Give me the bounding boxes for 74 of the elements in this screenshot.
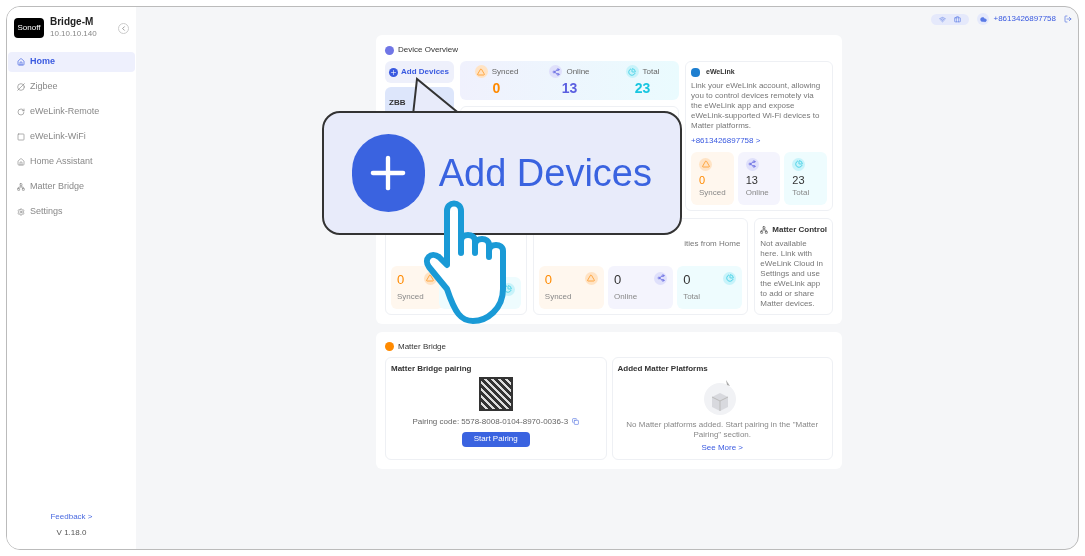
- triangle-icon: [584, 271, 598, 285]
- stat-label: Total: [683, 290, 701, 303]
- card-title: Added Matter Platforms: [617, 362, 709, 375]
- zigbee-card-label: ZBB: [389, 98, 406, 107]
- nav-item[interactable]: Zigbee: [8, 77, 135, 97]
- copy-icon[interactable]: [572, 418, 580, 425]
- triangle-icon: [699, 157, 712, 171]
- brand-logo: Sonoff: [14, 18, 44, 38]
- card-description: Not available here. Link with eWeLink Cloud in Settings and use the eWeLink app to add or share Matter devices.: [760, 238, 824, 309]
- nodes-icon: [745, 157, 759, 171]
- stat-value: 23: [792, 172, 806, 187]
- device-name: Bridge-M: [50, 16, 95, 28]
- stat-label: Total: [642, 65, 660, 78]
- feedback-link[interactable]: Feedback >: [50, 511, 93, 523]
- slashed-circle-icon: [17, 83, 25, 91]
- device-ip: 10.10.10.140: [50, 28, 98, 40]
- stat-value: 0: [544, 271, 554, 287]
- network-icon: [17, 183, 25, 191]
- nav-item[interactable]: Matter Bridge: [8, 177, 135, 197]
- add-devices-button[interactable]: Add Devices: [385, 61, 454, 83]
- nav-item[interactable]: Home: [8, 52, 135, 72]
- settings-icon: [17, 208, 25, 216]
- nav-item[interactable]: eWeLink-WiFi: [8, 127, 135, 147]
- stat-label: Total: [792, 186, 811, 199]
- briefcase-icon: [954, 15, 962, 23]
- square-icon: [17, 133, 25, 141]
- pie-chart-icon: [625, 65, 639, 78]
- wifi-icon: [939, 15, 947, 23]
- card-description: ities from Home: [684, 237, 741, 250]
- stat-label: Online: [745, 186, 770, 199]
- account-link[interactable]: +8613426897758 >: [691, 134, 827, 147]
- nodes-icon: [549, 65, 563, 78]
- nav-item[interactable]: Home Assistant: [8, 152, 135, 172]
- pie-chart-icon: [792, 157, 806, 171]
- stat-value: 0: [699, 172, 707, 187]
- stat-label: Online: [613, 290, 638, 303]
- callout-label: Add Devices: [438, 150, 652, 196]
- network-icon: [760, 225, 769, 234]
- stat-label: Synced: [491, 65, 519, 78]
- stat-value: 0: [397, 271, 406, 287]
- stat-label: Online: [566, 65, 590, 78]
- stat-value: 0: [492, 79, 501, 98]
- stat-value: 23: [634, 79, 651, 98]
- pie-chart-icon: [723, 271, 737, 285]
- stat-value: 13: [745, 172, 759, 187]
- stat-value: 0: [613, 271, 623, 287]
- stat-label: Synced: [544, 290, 572, 303]
- house-icon: [17, 58, 25, 66]
- start-pairing-button[interactable]: Start Pairing: [461, 431, 530, 447]
- card-title: Matter Control: [772, 223, 827, 236]
- cloud-avatar-icon: [977, 13, 990, 25]
- ewelink-logo-icon: [691, 67, 700, 77]
- pairing-code: Pairing code: 5578-8008-0104-8970-0036-3: [412, 415, 569, 428]
- card-description: Link your eWeLink account, allowing you to control devices remotely via the eWeLink app and expose eWeLink-supported Wi-Fi devices to Matter platforms.: [691, 80, 822, 131]
- account-number: +8613426897758: [993, 13, 1056, 25]
- see-more-link[interactable]: See More >: [701, 441, 744, 454]
- qr-code: [478, 376, 513, 411]
- stat-value: 0: [683, 271, 692, 287]
- nav-item[interactable]: eWeLink-Remote: [8, 102, 135, 122]
- triangle-icon: [474, 65, 488, 78]
- stat-value: 13: [561, 79, 578, 98]
- stat-label: Synced: [699, 186, 726, 199]
- circular-arrow-icon: [17, 108, 25, 116]
- card-title: Matter Bridge pairing: [391, 362, 473, 375]
- house-icon: [17, 158, 25, 166]
- section-title: Device Overview: [398, 44, 458, 56]
- nodes-icon: [654, 271, 668, 285]
- version-text: V 1.18.0: [56, 527, 87, 539]
- nav-item[interactable]: Settings: [8, 202, 135, 222]
- logout-button[interactable]: [1064, 15, 1072, 23]
- stat-label: Synced: [397, 290, 424, 303]
- section-title: Matter Bridge: [398, 340, 447, 353]
- empty-message: No Matter platforms added. Start pairing in the "Matter Pairing" section.: [625, 419, 820, 440]
- chevron-left-icon: [120, 24, 127, 32]
